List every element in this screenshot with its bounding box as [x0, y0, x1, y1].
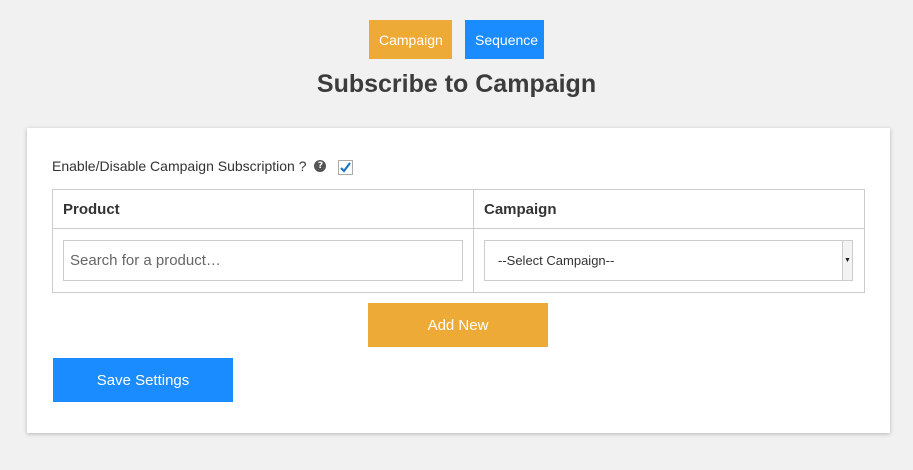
top-tabs: Campaign Sequence: [0, 20, 913, 59]
add-new-button[interactable]: Add New: [368, 303, 548, 347]
tab-sequence[interactable]: Sequence: [465, 20, 544, 59]
page-title: Subscribe to Campaign: [316, 70, 597, 98]
caret-down-icon[interactable]: ▼: [842, 241, 852, 280]
campaign-cell: --Select Campaign-- ▼: [473, 228, 865, 293]
checkmark-icon: [340, 162, 352, 173]
campaign-select-value: --Select Campaign--: [498, 253, 615, 268]
product-campaign-table: Product Campaign --Select Campaign-- ▼: [52, 189, 865, 293]
campaign-select[interactable]: --Select Campaign-- ▼: [484, 240, 853, 281]
header-product: Product: [52, 189, 474, 229]
table-header-row: Product Campaign: [52, 189, 865, 229]
tab-campaign[interactable]: Campaign: [369, 20, 452, 59]
product-cell: [52, 228, 474, 293]
enable-subscription-label: Enable/Disable Campaign Subscription ?: [52, 158, 307, 174]
table-row: --Select Campaign-- ▼: [52, 228, 865, 293]
header-campaign: Campaign: [473, 189, 865, 229]
question-circle-icon[interactable]: ?: [314, 160, 327, 172]
settings-card: Enable/Disable Campaign Subscription ? ?…: [27, 128, 890, 433]
enable-subscription-row: Enable/Disable Campaign Subscription ? ?: [52, 157, 354, 175]
save-settings-button[interactable]: Save Settings: [53, 358, 233, 402]
product-search-input[interactable]: [63, 240, 463, 281]
enable-subscription-checkbox[interactable]: [338, 160, 354, 175]
